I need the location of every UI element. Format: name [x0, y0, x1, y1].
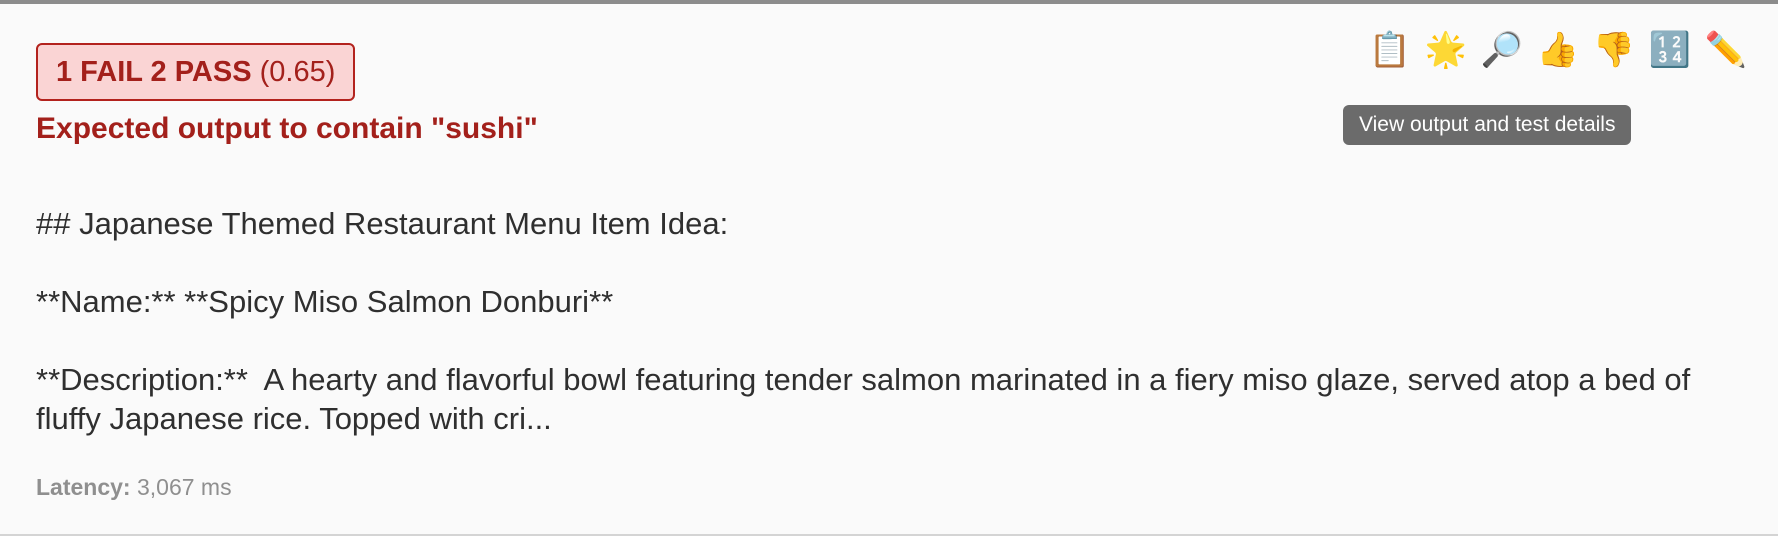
output-text: ## Japanese Themed Restaurant Menu Item …: [36, 204, 1736, 438]
output-description: **Description:** A hearty and flavorful …: [36, 362, 1699, 436]
star-icon[interactable]: 🌟: [1424, 28, 1468, 72]
status-label: 1 FAIL 2 PASS: [56, 56, 252, 88]
score-value: (0.65): [259, 56, 336, 88]
magnifier-icon[interactable]: 🔎: [1480, 28, 1524, 72]
action-toolbar: 📋 🌟 🔎 👍 👎 🔢 ✏️: [1368, 26, 1748, 74]
output-heading: ## Japanese Themed Restaurant Menu Item …: [36, 206, 729, 241]
numbers-icon[interactable]: 🔢: [1648, 28, 1692, 72]
fail-reason: Expected output to contain "sushi": [36, 112, 538, 145]
thumbs-down-icon[interactable]: 👎: [1592, 28, 1636, 72]
output-name-line: **Name:** **Spicy Miso Salmon Donburi**: [36, 284, 614, 319]
latency: Latency: 3,067 ms: [36, 474, 232, 501]
pencil-icon[interactable]: ✏️: [1704, 28, 1748, 72]
latency-value: 3,067 ms: [136, 474, 232, 500]
clipboard-icon[interactable]: 📋: [1368, 28, 1412, 72]
tooltip: View output and test details: [1343, 105, 1632, 145]
thumbs-up-icon[interactable]: 👍: [1536, 28, 1580, 72]
eval-result-cell: 1 FAIL 2 PASS (0.65) Expected output to …: [0, 0, 1778, 536]
status-badge: 1 FAIL 2 PASS (0.65): [36, 43, 356, 101]
latency-label: Latency:: [36, 474, 131, 500]
